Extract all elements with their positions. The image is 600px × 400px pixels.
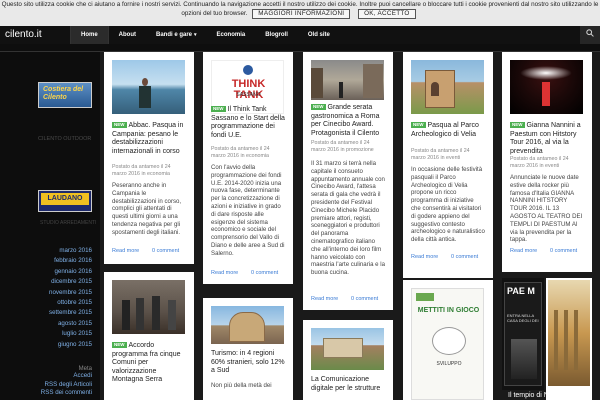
banner-laudano[interactable]: LAUDANO: [38, 190, 92, 212]
cookie-accept-button[interactable]: OK, ACCETTO: [358, 9, 416, 19]
poster-sub: SVILUPPO: [436, 361, 462, 367]
nav-about[interactable]: About: [109, 26, 146, 44]
banner-costiera[interactable]: Costiera del Cilento: [38, 82, 92, 108]
archive-link[interactable]: febbraio 2016: [49, 256, 92, 266]
comments-link[interactable]: 0 comment: [550, 248, 577, 254]
cookie-info-button[interactable]: MAGGIORI INFORMAZIONI: [252, 9, 351, 19]
meta-links: Accedi RSS degli Articoli RSS dei commen…: [41, 372, 92, 398]
think-tank-sub: SASSANO: [236, 92, 261, 98]
paestum-poster-title: PAE M: [507, 286, 535, 296]
cookie-bar: Questo sito utilizza cookie che ci aiuta…: [0, 0, 600, 26]
post-image[interactable]: [211, 306, 284, 344]
nav-oldsite[interactable]: Old site: [298, 26, 340, 44]
poster-title: METTITI IN GIOCO: [417, 307, 480, 314]
nav-blogroll[interactable]: Blogroll: [255, 26, 298, 44]
post-card: NEW Accordo programma fra cinque Comuni p…: [104, 272, 194, 400]
post-image[interactable]: [311, 60, 384, 100]
sidebar: Costiera del Cilento CILENTO OUTDOOR LAU…: [0, 52, 100, 400]
read-more-link[interactable]: Read more: [112, 248, 139, 254]
site-logo[interactable]: cilento.it: [5, 29, 42, 40]
post-meta: Postato da antameo il 24 marzo 2016 in e…: [510, 156, 569, 169]
post-card: NEW Abbac. Pasqua in Campania: pesano le …: [104, 52, 194, 264]
archive-link[interactable]: giugno 2015: [49, 340, 92, 350]
post-excerpt: Non più della metà dei: [211, 382, 272, 389]
post-excerpt: Il 31 marzo si terrà nella capitale il c…: [311, 160, 385, 277]
post-image[interactable]: [548, 280, 590, 386]
post-image[interactable]: [311, 328, 384, 370]
archive-list: marzo 2016 febbraio 2016 gennaio 2016 di…: [49, 246, 92, 350]
post-image[interactable]: [510, 60, 583, 114]
post-card: NEW Grande serata gastronomica a Roma per…: [303, 52, 393, 310]
archive-link[interactable]: agosto 2015: [49, 319, 92, 329]
archive-link[interactable]: novembre 2015: [49, 288, 92, 298]
post-image[interactable]: METTITI IN GIOCO SVILUPPO: [411, 288, 484, 400]
comments-link[interactable]: 0 comment: [152, 248, 179, 254]
post-card: NEW Pasqua al Parco Archeologico di Velia…: [403, 52, 493, 278]
post-card: La Comunicazione digitale per le struttu…: [303, 320, 393, 400]
post-meta: Postato da antameo il 24 marzo 2016 in e…: [211, 146, 270, 159]
post-card: THINK TANK SASSANO NEW Il Think Tank Sass…: [203, 52, 293, 284]
read-more-link[interactable]: Read more: [311, 296, 338, 302]
post-title[interactable]: Turismo: in 4 regioni 60% stranieri, sol…: [211, 350, 285, 376]
top-bar: cilento.it Home About Bandi e gare ▾ Econ…: [0, 26, 600, 44]
nav-bandi-label: Bandi e gare: [156, 32, 193, 38]
chevron-down-icon: ▾: [194, 32, 197, 38]
archive-link[interactable]: ottobre 2015: [49, 298, 92, 308]
archive-link[interactable]: dicembre 2015: [49, 277, 92, 287]
post-excerpt: In occasione delle festività pasquali il…: [411, 166, 485, 244]
nav-economia[interactable]: Economia: [207, 26, 256, 44]
post-card: [546, 278, 592, 400]
new-badge: NEW: [112, 122, 127, 128]
comments-link[interactable]: 0 comment: [451, 254, 478, 260]
archive-link[interactable]: gennaio 2016: [49, 267, 92, 277]
new-badge: NEW: [112, 342, 127, 348]
archive-link[interactable]: marzo 2016: [49, 246, 92, 256]
post-image[interactable]: [112, 280, 185, 334]
read-more-link[interactable]: Read more: [510, 248, 537, 254]
login-link[interactable]: Accedi: [41, 372, 92, 381]
banner-costiera-caption: CILENTO OUTDOOR: [38, 136, 92, 142]
comments-link[interactable]: 0 comment: [351, 296, 378, 302]
header-divider: [0, 44, 600, 52]
nav-home[interactable]: Home: [70, 26, 109, 44]
archive-link[interactable]: settembre 2015: [49, 308, 92, 318]
post-title[interactable]: Il tempio di Nettuno: [508, 392, 598, 400]
main-nav: Home About Bandi e gare ▾ Economia Blogro…: [70, 26, 340, 44]
read-more-link[interactable]: Read more: [211, 270, 238, 276]
post-card: NEW Gianna Nannini a Paestum con Hitstory…: [502, 52, 592, 272]
post-image[interactable]: [112, 60, 185, 114]
banner-laudano-caption: STUDIO ARREDAMENTI: [40, 220, 97, 226]
post-title[interactable]: Accordo programma fra cinque Comuni per …: [112, 342, 180, 383]
paestum-poster-sub: ENTRA NELLA CASA DEGLI DEI: [507, 313, 539, 323]
post-meta: Postato da antameo il 24 marzo 2016 in e…: [112, 164, 171, 177]
post-excerpt: Peseranno anche in Campania le destabili…: [112, 182, 182, 236]
archive-link[interactable]: luglio 2015: [49, 329, 92, 339]
new-badge: NEW: [411, 122, 426, 128]
read-more-link[interactable]: Read more: [411, 254, 438, 260]
post-card: Turismo: in 4 regioni 60% stranieri, sol…: [203, 298, 293, 400]
rss-posts-link[interactable]: RSS degli Articoli: [41, 381, 92, 390]
post-excerpt: Con l'avvio della programmazione dei fon…: [211, 164, 285, 257]
search-icon[interactable]: [580, 26, 600, 44]
post-excerpt: Annunciate le nuove date estive della ro…: [510, 174, 583, 244]
new-badge: NEW: [211, 106, 226, 112]
post-title[interactable]: La Comunicazione digitale per le struttu…: [311, 376, 385, 393]
post-card: PAE M ENTRA NELLA CASA DEGLI DEI: [502, 278, 544, 390]
post-card: METTITI IN GIOCO SVILUPPO: [403, 280, 493, 400]
comments-link[interactable]: 0 comment: [251, 270, 278, 276]
rss-comments-link[interactable]: RSS dei commenti: [41, 389, 92, 398]
post-meta: Postato da antameo il 24 marzo 2016 in p…: [311, 140, 374, 153]
new-badge: NEW: [311, 104, 326, 110]
nav-bandi[interactable]: Bandi e gare ▾: [146, 26, 207, 44]
post-meta: Postato da antameo il 24 marzo 2016 in e…: [411, 148, 470, 161]
post-image[interactable]: [411, 60, 484, 114]
new-badge: NEW: [510, 122, 525, 128]
